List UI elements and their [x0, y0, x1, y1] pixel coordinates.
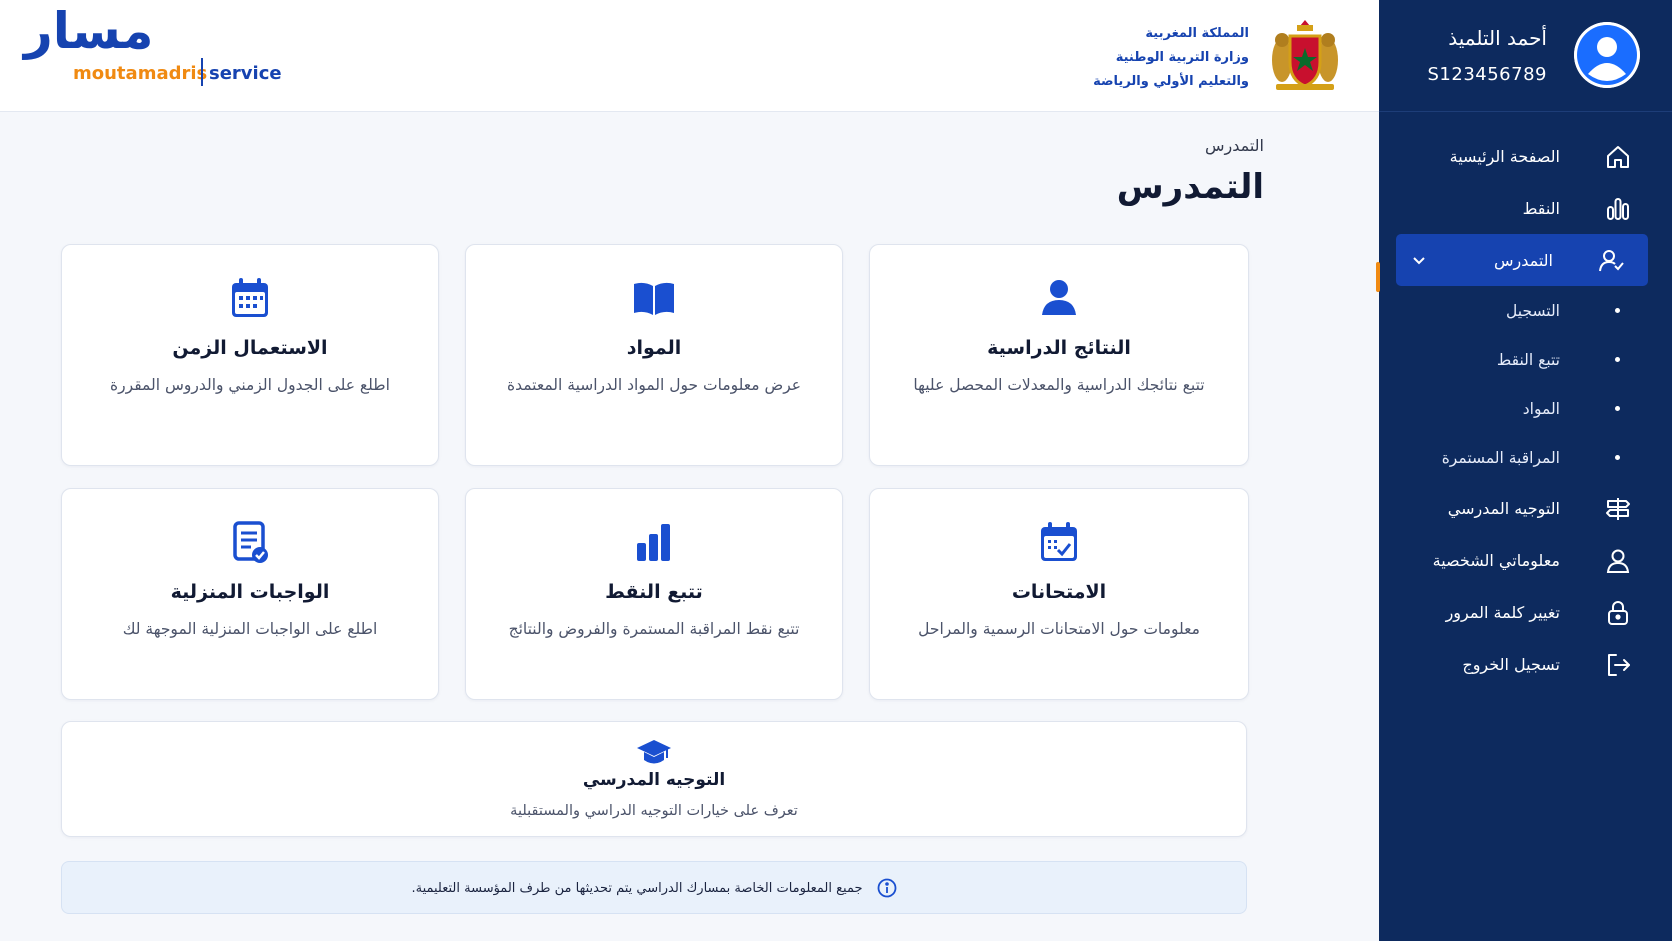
- user-school-icon: [1599, 250, 1624, 272]
- card-exams[interactable]: الامتحانات معلومات حول الامتحانات الرسمي…: [869, 488, 1249, 700]
- sidebar-item-label: التمدرس: [1493, 250, 1553, 270]
- card-title: الواجبات المنزلية: [170, 581, 330, 603]
- info-notice: جميع المعلومات الخاصة بمسارك الدراسي يتم…: [61, 861, 1247, 914]
- sidebar-subitem-subjects[interactable]: المواد: [1379, 384, 1672, 433]
- logo-separator: [201, 58, 203, 86]
- sidebar-item-label: تسجيل الخروج: [1462, 654, 1560, 674]
- sidebar-subitem-label: المواد: [1522, 399, 1560, 418]
- sidebar-item-label: التوجيه المدرسي: [1447, 498, 1560, 518]
- card-homework[interactable]: الواجبات المنزلية اطلع على الواجبات المن…: [61, 488, 439, 700]
- logo-arabic-text: مسار: [24, 2, 154, 60]
- sidebar-item-change-password[interactable]: تغيير كلمة المرور: [1379, 586, 1672, 638]
- chevron-down-icon[interactable]: [1410, 251, 1428, 269]
- ministry-name: المملكة المغربية وزارة التربية الوطنية و…: [1093, 22, 1249, 94]
- card-title: المواد: [626, 337, 682, 359]
- lock-icon: [1608, 601, 1628, 625]
- home-icon: [1607, 146, 1629, 168]
- book-icon: [634, 282, 674, 315]
- coat-of-arms-icon: [1266, 16, 1344, 94]
- top-header: مسار moutamadris service المملكة المغربي…: [0, 0, 1379, 112]
- sidebar-subitem-label: تتبع النقط: [1496, 350, 1560, 369]
- card-school-orientation[interactable]: التوجيه المدرسي تعرف على خيارات التوجيه …: [61, 721, 1247, 837]
- card-description: تتبع نتائجك الدراسية والمعدلات المحصل عل…: [913, 376, 1205, 394]
- bullet-icon: [1615, 308, 1620, 313]
- bar-chart-icon: [637, 524, 670, 561]
- page-title: التمدرس: [1116, 167, 1264, 207]
- card-title: التوجيه المدرسي: [582, 770, 726, 790]
- logo-service-text: service: [209, 63, 282, 84]
- sidebar-item-orientation[interactable]: التوجيه المدرسي: [1379, 482, 1672, 534]
- sidebar-item-home[interactable]: الصفحة الرئيسية: [1379, 130, 1672, 182]
- sidebar-item-personal-info[interactable]: معلوماتي الشخصية: [1379, 534, 1672, 586]
- bar-chart-icon: [1607, 198, 1629, 220]
- card-title: تتبع النقط: [605, 581, 703, 603]
- sidebar-item-schooling[interactable]: التمدرس: [1396, 234, 1648, 286]
- massar-logo[interactable]: مسار moutamadris service: [24, 6, 294, 90]
- sidebar-subitem-registration[interactable]: التسجيل: [1379, 286, 1672, 335]
- user-id: S123456789: [1427, 64, 1547, 85]
- sidebar-subitem-continuous-assessment[interactable]: المراقبة المستمرة: [1379, 433, 1672, 482]
- user-profile: أحمد التلميذ S123456789: [1379, 0, 1672, 112]
- sidebar-subitem-label: التسجيل: [1506, 301, 1560, 320]
- avatar[interactable]: [1574, 22, 1640, 88]
- user-icon: [1606, 549, 1630, 573]
- calendar-check-icon: [1041, 522, 1077, 561]
- user-icon: [1042, 280, 1076, 315]
- calendar-icon: [232, 278, 268, 317]
- ministry-line-2: وزارة التربية الوطنية: [1115, 50, 1249, 65]
- card-description: اطلع على الواجبات المنزلية الموجهة لك: [122, 620, 378, 638]
- card-academic-results[interactable]: النتائج الدراسية تتبع نتائجك الدراسية وا…: [869, 244, 1249, 466]
- signpost-icon: [1606, 498, 1630, 520]
- sidebar-item-label: تغيير كلمة المرور: [1445, 602, 1560, 622]
- sidebar-subitem-grades-tracking[interactable]: تتبع النقط: [1379, 335, 1672, 384]
- card-grades-tracking[interactable]: تتبع النقط تتبع نقط المراقبة المستمرة وا…: [465, 488, 843, 700]
- card-title: النتائج الدراسية: [987, 337, 1131, 359]
- card-description: تعرف على خيارات التوجيه الدراسي والمستقب…: [510, 803, 798, 819]
- sidebar-item-grades[interactable]: النقط: [1379, 182, 1672, 234]
- sidebar-item-label: معلوماتي الشخصية: [1432, 550, 1560, 570]
- sidebar-item-logout[interactable]: تسجيل الخروج: [1379, 638, 1672, 690]
- graduation-cap-icon: [637, 740, 671, 764]
- breadcrumb[interactable]: التمدرس: [1205, 136, 1264, 155]
- card-timetable[interactable]: الاستعمال الزمن اطلع على الجدول الزمني و…: [61, 244, 439, 466]
- ministry-line-3: والتعليم الأولي والرياضة: [1093, 74, 1249, 89]
- info-text: جميع المعلومات الخاصة بمسارك الدراسي يتم…: [411, 880, 863, 896]
- card-description: معلومات حول الامتحانات الرسمية والمراحل: [918, 620, 1200, 638]
- bullet-icon: [1615, 406, 1620, 411]
- logout-icon: [1608, 654, 1630, 676]
- card-description: تتبع نقط المراقبة المستمرة والفروض والنت…: [508, 620, 800, 638]
- sidebar: أحمد التلميذ S123456789 الصفحة الرئيسية …: [1376, 0, 1672, 941]
- sidebar-item-label: النقط: [1522, 198, 1560, 218]
- card-title: الاستعمال الزمن: [172, 337, 328, 359]
- card-description: عرض معلومات حول المواد الدراسية المعتمدة: [506, 376, 802, 394]
- user-name: أحمد التلميذ: [1448, 26, 1547, 50]
- card-subjects[interactable]: المواد عرض معلومات حول المواد الدراسية ا…: [465, 244, 843, 466]
- ministry-line-1: المملكة المغربية: [1145, 26, 1249, 41]
- info-icon: [877, 878, 896, 898]
- bullet-icon: [1615, 455, 1620, 460]
- document-check-icon: [233, 521, 268, 563]
- bullet-icon: [1615, 357, 1620, 362]
- logo-brand-text: moutamadris: [73, 63, 208, 84]
- card-title: الامتحانات: [1011, 581, 1107, 603]
- sidebar-nav: الصفحة الرئيسية النقط التمدرس التسجيل تت…: [1379, 130, 1672, 690]
- sidebar-subitem-label: المراقبة المستمرة: [1441, 448, 1560, 467]
- sidebar-item-label: الصفحة الرئيسية: [1449, 146, 1560, 166]
- card-description: اطلع على الجدول الزمني والدروس المقررة: [110, 376, 390, 394]
